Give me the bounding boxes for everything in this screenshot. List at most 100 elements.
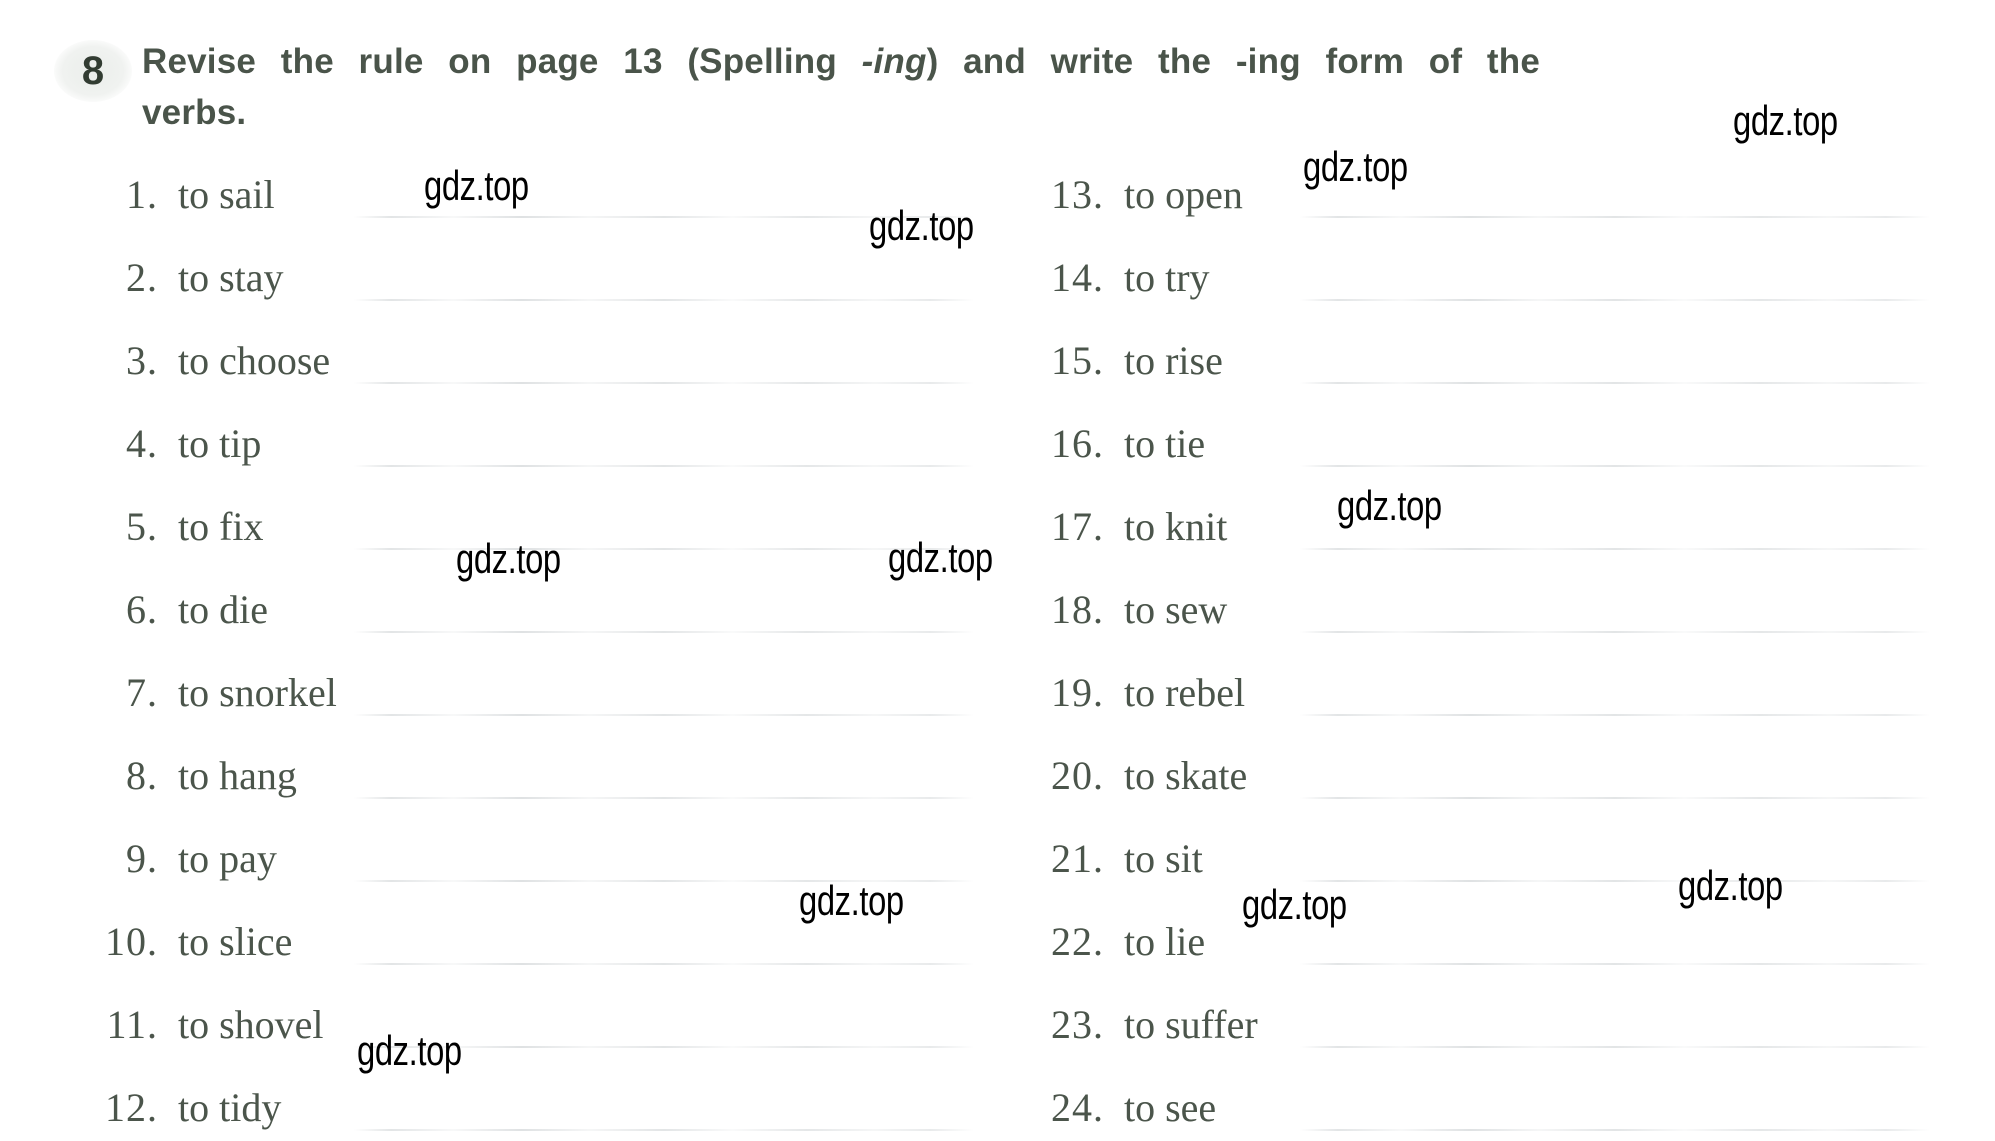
answer-line[interactable]: [1300, 548, 1930, 550]
answer-line[interactable]: [1300, 1046, 1930, 1048]
verb-row: 17. to knit: [1000, 500, 1940, 583]
verb-row: 7. to snorkel: [54, 666, 984, 749]
verb-label: to try: [1124, 255, 1210, 300]
answer-line[interactable]: [1300, 465, 1930, 467]
answer-line[interactable]: [354, 714, 974, 716]
verb-row: 18. to sew: [1000, 583, 1940, 666]
verb-row: 21. to sit: [1000, 832, 1940, 915]
verb-number: 19.: [1051, 670, 1104, 715]
answer-line[interactable]: [1300, 963, 1930, 965]
exercise-header: 8 Revise the rule on page 13 (Spelling -…: [54, 36, 1944, 156]
verb-label: to snorkel: [178, 670, 337, 715]
verb-label: to tip: [178, 421, 262, 466]
verb-number: 17.: [1051, 504, 1104, 549]
verb-row: 6. to die: [54, 583, 984, 666]
verb-label: to suffer: [1124, 1002, 1258, 1047]
verb-label: to lie: [1124, 919, 1206, 964]
verb-number: 24.: [1051, 1085, 1104, 1130]
watermark-text: gdz.top: [1733, 97, 1838, 144]
verb-label: to knit: [1124, 504, 1228, 549]
verb-number: 21.: [1051, 836, 1104, 881]
answer-line[interactable]: [354, 963, 974, 965]
answer-line[interactable]: [1300, 631, 1930, 633]
verb-number: 22.: [1051, 919, 1104, 964]
answer-line[interactable]: [354, 1129, 974, 1131]
verb-number: 16.: [1051, 421, 1104, 466]
verb-label: to pay: [178, 836, 277, 881]
verb-number: 6.: [126, 587, 158, 632]
verb-number: 8.: [126, 753, 158, 798]
verb-row: 22. to lie: [1000, 915, 1940, 998]
answer-line[interactable]: [354, 797, 974, 799]
verb-label: to fix: [178, 504, 264, 549]
instruction-text-part-b: ) and write the -ing form of the: [926, 42, 1540, 81]
verb-label: to stay: [178, 255, 284, 300]
answer-line[interactable]: [1300, 1129, 1930, 1131]
verb-row: 8. to hang: [54, 749, 984, 832]
verb-label: to rise: [1124, 338, 1223, 383]
exercise-instruction: Revise the rule on page 13 (Spelling -in…: [142, 36, 1540, 138]
verb-label: to sew: [1124, 587, 1228, 632]
verb-number: 13.: [1051, 172, 1104, 217]
verb-row: 4. to tip: [54, 417, 984, 500]
verb-label: to slice: [178, 919, 293, 964]
verb-row: 14. to try: [1000, 251, 1940, 334]
exercise-number-badge: 8: [54, 40, 132, 102]
watermark-text: gdz.top: [869, 202, 974, 249]
verb-label: to see: [1124, 1085, 1217, 1130]
verb-number: 3.: [126, 338, 158, 383]
watermark-text: gdz.top: [799, 877, 904, 924]
answer-line[interactable]: [354, 548, 974, 550]
answer-line[interactable]: [1300, 714, 1930, 716]
verb-row: 12. to tidy: [54, 1081, 984, 1141]
answer-line[interactable]: [354, 299, 974, 301]
verb-number: 7.: [126, 670, 158, 715]
watermark-text: gdz.top: [1303, 143, 1408, 190]
verb-number: 12.: [105, 1085, 158, 1130]
verb-row: 16. to tie: [1000, 417, 1940, 500]
verb-number: 18.: [1051, 587, 1104, 632]
verb-list-left-column: 1. to sail 2. to stay 3. to choose 4. to tip 5. t…: [54, 168, 984, 1141]
watermark-text: gdz.top: [1678, 862, 1783, 909]
answer-line[interactable]: [1300, 797, 1930, 799]
verb-row: 23. to suffer: [1000, 998, 1940, 1081]
instruction-line-1: Revise the rule on page 13 (Spelling -in…: [142, 36, 1540, 87]
verb-number: 1.: [126, 172, 158, 217]
watermark-text: gdz.top: [424, 162, 529, 209]
verb-row: 13. to open: [1000, 168, 1940, 251]
verb-number: 14.: [1051, 255, 1104, 300]
verb-number: 23.: [1051, 1002, 1104, 1047]
answer-line[interactable]: [1300, 382, 1930, 384]
verb-number: 10.: [105, 919, 158, 964]
watermark-text: gdz.top: [1242, 881, 1347, 928]
answer-line[interactable]: [1300, 216, 1930, 218]
answer-line[interactable]: [354, 465, 974, 467]
verb-number: 5.: [126, 504, 158, 549]
watermark-text: gdz.top: [1337, 482, 1442, 529]
verb-label: to sail: [178, 172, 275, 217]
instruction-italic-ing: -ing: [861, 42, 927, 81]
verb-label: to open: [1124, 172, 1243, 217]
answer-line[interactable]: [1300, 880, 1930, 882]
verb-label: to sit: [1124, 836, 1203, 881]
verb-row: 20. to skate: [1000, 749, 1940, 832]
worksheet-page: 8 Revise the rule on page 13 (Spelling -…: [0, 0, 1995, 1141]
verb-number: 4.: [126, 421, 158, 466]
verb-number: 2.: [126, 255, 158, 300]
verb-list-right-column: 13. to open 14. to try 15. to rise 16. to tie 17…: [1000, 168, 1940, 1141]
instruction-line-2: verbs.: [142, 93, 247, 132]
answer-line[interactable]: [354, 382, 974, 384]
verb-row: 11. to shovel: [54, 998, 984, 1081]
watermark-text: gdz.top: [456, 535, 561, 582]
verb-number: 11.: [106, 1002, 158, 1047]
answer-line[interactable]: [354, 631, 974, 633]
verb-label: to shovel: [178, 1002, 324, 1047]
verb-label: to skate: [1124, 753, 1248, 798]
verb-label: to tie: [1124, 421, 1206, 466]
verb-row: 10. to slice: [54, 915, 984, 998]
exercise-number: 8: [81, 49, 105, 93]
verb-label: to tidy: [178, 1085, 282, 1130]
answer-line[interactable]: [1300, 299, 1930, 301]
verb-row: 19. to rebel: [1000, 666, 1940, 749]
verb-row: 15. to rise: [1000, 334, 1940, 417]
